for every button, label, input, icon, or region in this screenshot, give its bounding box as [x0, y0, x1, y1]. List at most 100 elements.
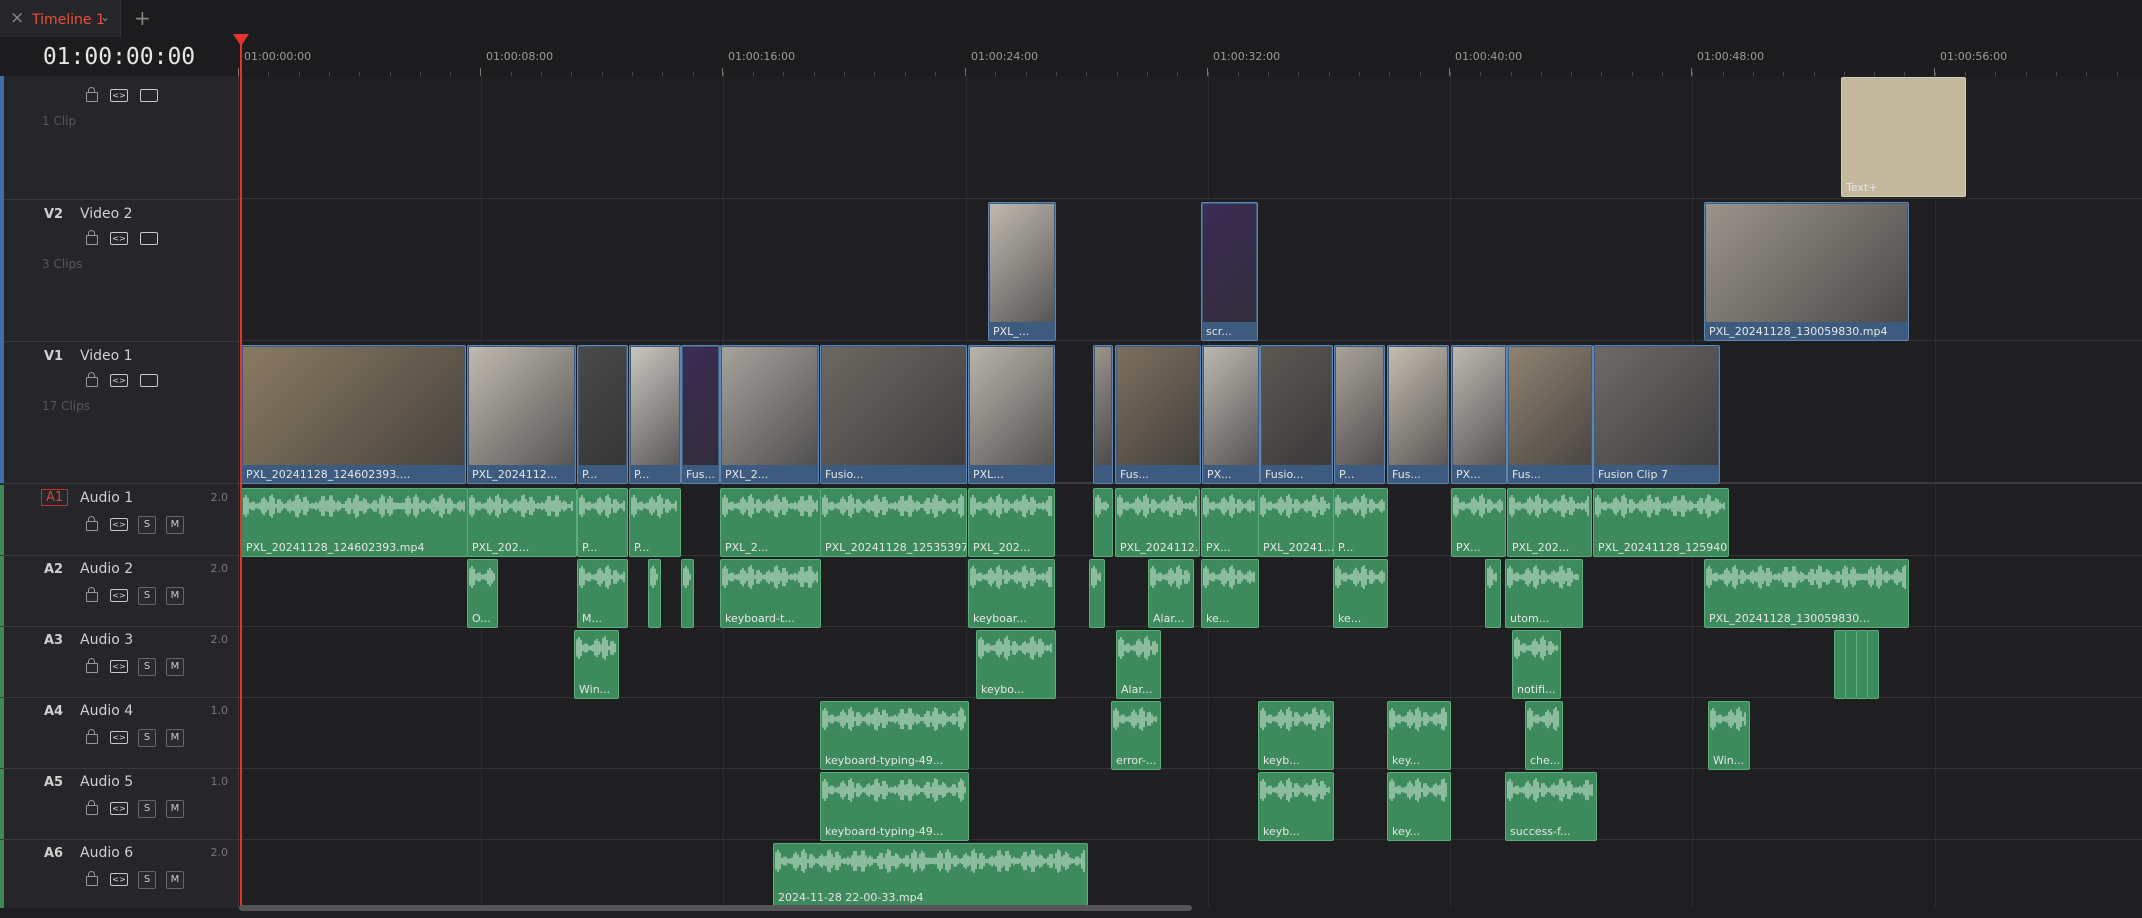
audio-clip[interactable]: O...: [467, 559, 498, 628]
video-clip[interactable]: Fusio...: [1260, 345, 1333, 484]
audio-clip[interactable]: [681, 559, 694, 628]
solo-button[interactable]: S: [138, 871, 156, 889]
audio-clip[interactable]: keyboard-typing-49...: [820, 772, 969, 841]
track-name[interactable]: Audio 2: [80, 561, 133, 577]
audio-clip[interactable]: Alar...: [1116, 630, 1161, 699]
audio-clip[interactable]: PXL_20241128_125940...: [1593, 488, 1729, 557]
video-clip[interactable]: Fus...: [1115, 345, 1201, 484]
audio-clip[interactable]: key...: [1387, 772, 1451, 841]
audio-clip[interactable]: key...: [1387, 701, 1451, 770]
video-clip[interactable]: P...: [629, 345, 681, 484]
audio-clip[interactable]: PXL_2024112...: [1115, 488, 1200, 557]
audio-clip[interactable]: P...: [577, 488, 628, 557]
video-clip[interactable]: PX...: [1451, 345, 1507, 484]
audio-clip[interactable]: ke...: [1333, 559, 1388, 628]
lock-icon[interactable]: [86, 230, 98, 245]
audio-clip[interactable]: PX...: [1451, 488, 1506, 557]
track-name[interactable]: Video 2: [80, 206, 133, 222]
video-clip[interactable]: P...: [1334, 345, 1385, 484]
lock-icon[interactable]: [86, 658, 98, 673]
track-name[interactable]: Audio 5: [80, 774, 133, 790]
lock-icon[interactable]: [86, 87, 98, 102]
auto-select-icon[interactable]: <>: [110, 731, 128, 744]
audio-clip[interactable]: utom...: [1505, 559, 1583, 628]
chevron-down-icon[interactable]: ⌄: [100, 10, 110, 24]
track-name[interactable]: Audio 3: [80, 632, 133, 648]
lock-icon[interactable]: [86, 729, 98, 744]
solo-button[interactable]: S: [138, 800, 156, 818]
audio-clip[interactable]: PXL_202...: [968, 488, 1055, 557]
video-clip[interactable]: P...: [577, 345, 628, 484]
mute-button[interactable]: M: [166, 800, 184, 818]
solo-button[interactable]: S: [138, 658, 156, 676]
video-clip[interactable]: [1093, 345, 1113, 484]
audio-clip[interactable]: keyboard-t...: [720, 559, 821, 628]
solo-button[interactable]: S: [138, 516, 156, 534]
audio-clip[interactable]: success-f...: [1505, 772, 1597, 841]
audio-clip[interactable]: PXL_202...: [467, 488, 577, 557]
audio-clip[interactable]: P...: [1333, 488, 1388, 557]
track-name[interactable]: Video 1: [80, 348, 133, 364]
audio-clip[interactable]: keybo...: [976, 630, 1056, 699]
track-id-selected[interactable]: A1: [41, 489, 69, 506]
audio-clip[interactable]: Win...: [574, 630, 619, 699]
video-clip[interactable]: Fusio...: [820, 345, 967, 484]
video-clip[interactable]: PX...: [1202, 345, 1260, 484]
mute-button[interactable]: M: [166, 587, 184, 605]
mute-button[interactable]: M: [166, 658, 184, 676]
timecode-display[interactable]: 01:00:00:00: [0, 44, 238, 70]
audio-clip[interactable]: error-...: [1111, 701, 1161, 770]
audio-clip[interactable]: [1089, 559, 1105, 628]
audio-clip[interactable]: 2024-11-28 22-00-33.mp4: [773, 843, 1088, 907]
audio-clip[interactable]: [1485, 559, 1501, 628]
mute-button[interactable]: M: [166, 516, 184, 534]
audio-clip[interactable]: [1867, 630, 1879, 699]
audio-clip[interactable]: PXL_20241128_124602393.mp4: [241, 488, 468, 557]
mute-button[interactable]: M: [166, 871, 184, 889]
video-clip[interactable]: PXL...: [968, 345, 1055, 484]
audio-clip[interactable]: [648, 559, 661, 628]
horizontal-scrollbar[interactable]: [239, 905, 1192, 911]
auto-select-icon[interactable]: <>: [110, 660, 128, 673]
auto-select-icon[interactable]: <>: [110, 589, 128, 602]
timeline-area[interactable]: Text+ PXL_... scr... PXL_20241128_130059830…: [239, 76, 2142, 908]
video-clip[interactable]: PXL_20241128_130059830.mp4: [1704, 202, 1909, 341]
audio-clip[interactable]: PXL_20241128_130059830...: [1704, 559, 1909, 628]
auto-select-icon[interactable]: <>: [110, 873, 128, 886]
audio-clip[interactable]: PXL_2...: [720, 488, 821, 557]
track-name[interactable]: Audio 4: [80, 703, 133, 719]
auto-select-icon[interactable]: <>: [110, 374, 128, 387]
video-clip[interactable]: scr...: [1201, 202, 1258, 341]
audio-clip[interactable]: Alar...: [1148, 559, 1194, 628]
audio-clip[interactable]: notifi...: [1512, 630, 1561, 699]
auto-select-icon[interactable]: <>: [110, 89, 128, 102]
audio-clip[interactable]: PXL_20241128_12535397...: [820, 488, 967, 557]
lock-icon[interactable]: [86, 372, 98, 387]
auto-select-icon[interactable]: <>: [110, 802, 128, 815]
video-clip[interactable]: PXL_2...: [720, 345, 819, 484]
audio-clip[interactable]: Win...: [1708, 701, 1750, 770]
video-clip[interactable]: Fusion Clip 7: [1593, 345, 1720, 484]
time-ruler[interactable]: 01:00:00:00 01:00:08:00 01:00:16:00 01:0…: [238, 38, 2142, 77]
close-icon[interactable]: ×: [10, 8, 24, 28]
audio-clip[interactable]: ke...: [1201, 559, 1259, 628]
lock-icon[interactable]: [86, 871, 98, 886]
auto-select-icon[interactable]: <>: [110, 518, 128, 531]
mute-button[interactable]: M: [166, 729, 184, 747]
video-clip[interactable]: Fus...: [681, 345, 720, 484]
lock-icon[interactable]: [86, 800, 98, 815]
add-tab-icon[interactable]: +: [134, 6, 151, 30]
title-clip[interactable]: Text+: [1841, 77, 1966, 197]
video-clip[interactable]: PXL_...: [988, 202, 1056, 341]
audio-clip[interactable]: PXL_202...: [1507, 488, 1592, 557]
tab-timeline-1[interactable]: × Timeline 1 ⌄: [0, 0, 121, 37]
lock-icon[interactable]: [86, 516, 98, 531]
audio-clip[interactable]: PX...: [1201, 488, 1259, 557]
solo-button[interactable]: S: [138, 729, 156, 747]
playhead[interactable]: [240, 38, 242, 908]
audio-clip[interactable]: PXL_20241...: [1258, 488, 1334, 557]
video-clip[interactable]: Fus...: [1507, 345, 1593, 484]
auto-select-icon[interactable]: <>: [110, 232, 128, 245]
monitor-icon[interactable]: [140, 232, 158, 245]
audio-clip[interactable]: P...: [629, 488, 681, 557]
